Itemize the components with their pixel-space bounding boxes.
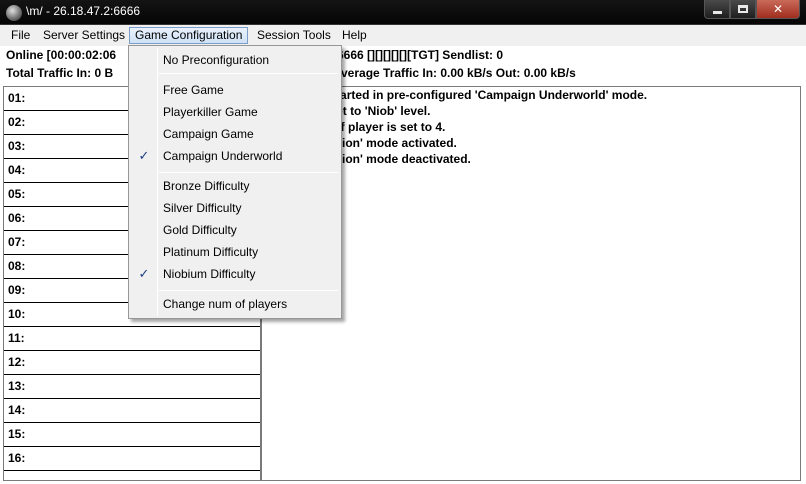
sendlist-status: 6666 [][][][][][TGT] Sendlist: 0 <box>337 48 503 62</box>
menu-item-campaign-underworld[interactable]: Campaign Underworld <box>163 146 282 166</box>
log-line: ameserver set to 'Niob' level. <box>266 104 431 118</box>
minimize-icon <box>712 10 722 14</box>
player-slot[interactable]: 14: <box>4 399 260 423</box>
menu-help[interactable]: Help <box>342 28 367 42</box>
menu-bar: File Server Settings Game Configuration … <box>0 25 806 46</box>
average-traffic: verage Traffic In: 0.00 kB/s Out: 0.00 k… <box>341 66 576 80</box>
menu-separator <box>159 290 338 291</box>
minimize-button[interactable] <box>704 0 730 19</box>
menu-session-tools[interactable]: Session Tools <box>257 28 331 42</box>
close-button[interactable]: ✕ <box>756 0 800 19</box>
player-slot[interactable]: 16: <box>4 447 260 471</box>
window-title: \m/ - 26.18.47.2:6666 <box>26 4 141 18</box>
server-log[interactable]: ameserver started in pre-configured 'Cam… <box>261 86 801 481</box>
menu-item-campaign-game[interactable]: Campaign Game <box>163 124 254 144</box>
menu-item-platinum-difficulty[interactable]: Platinum Difficulty <box>163 242 258 262</box>
total-traffic: Total Traffic In: 0 B <box>6 66 114 80</box>
maximize-icon <box>738 5 748 13</box>
maximize-button[interactable] <box>730 0 756 19</box>
log-line: ax. number of player is set to 4. <box>266 120 446 134</box>
menu-separator <box>159 73 338 74</box>
menu-game-configuration[interactable]: Game Configuration <box>129 27 249 44</box>
close-icon: ✕ <box>772 2 784 16</box>
menu-item-no-preconfiguration[interactable]: No Preconfiguration <box>163 50 269 70</box>
player-slot[interactable]: 11: <box>4 327 260 351</box>
menu-item-bronze-difficulty[interactable]: Bronze Difficulty <box>163 176 249 196</box>
app-icon[interactable] <box>6 5 22 21</box>
check-icon: ✓ <box>138 266 150 281</box>
player-slot[interactable]: 12: <box>4 351 260 375</box>
log-line: ameserver started in pre-configured 'Cam… <box>266 88 648 102</box>
menu-item-free-game[interactable]: Free Game <box>163 80 224 100</box>
menu-item-niobium-difficulty[interactable]: Niobium Difficulty <box>163 264 255 284</box>
log-line: No Confirmation' mode deactivated. <box>266 152 471 166</box>
check-icon: ✓ <box>138 148 150 163</box>
menu-server-settings[interactable]: Server Settings <box>43 28 125 42</box>
window-controls: ✕ <box>704 0 800 19</box>
menu-item-gold-difficulty[interactable]: Gold Difficulty <box>163 220 237 240</box>
menu-separator <box>159 172 338 173</box>
menu-gutter <box>157 48 158 316</box>
title-bar[interactable]: \m/ - 26.18.47.2:6666 ✕ <box>0 0 806 25</box>
menu-item-playerkiller-game[interactable]: Playerkiller Game <box>163 102 258 122</box>
log-line: No Confirmation' mode activated. <box>266 136 457 150</box>
menu-item-change-num-of-players[interactable]: Change num of players <box>163 294 287 314</box>
player-slot[interactable]: 15: <box>4 423 260 447</box>
player-slot[interactable]: 13: <box>4 375 260 399</box>
menu-item-silver-difficulty[interactable]: Silver Difficulty <box>163 198 241 218</box>
online-status: Online [00:00:02:06 <box>6 48 117 62</box>
menu-file[interactable]: File <box>11 28 30 42</box>
game-configuration-menu: No Preconfiguration Free Game Playerkill… <box>128 45 342 319</box>
